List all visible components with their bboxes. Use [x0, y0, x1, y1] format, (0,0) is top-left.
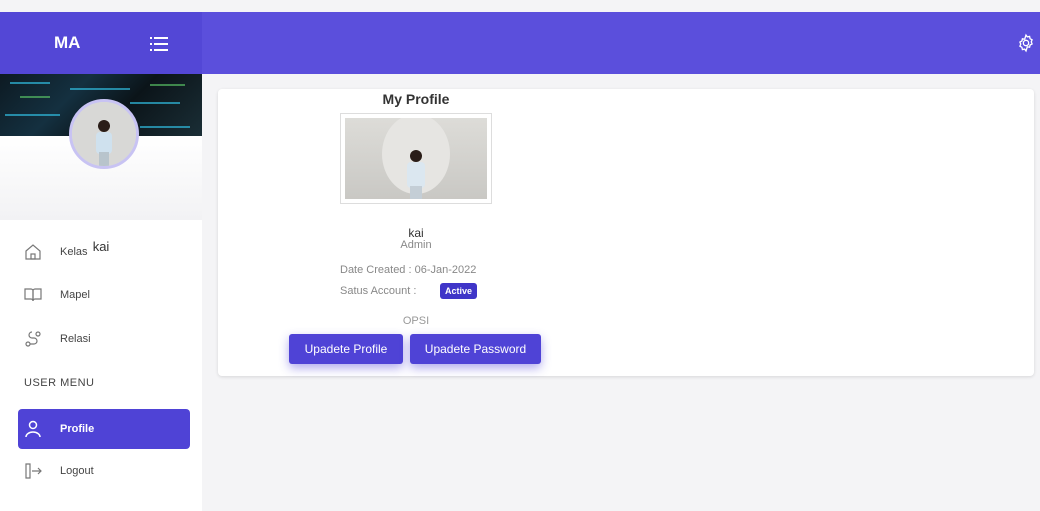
profile-name: kai: [408, 226, 424, 240]
sidebar-item-kelas[interactable]: Kelas: [18, 232, 190, 272]
update-password-button[interactable]: Upadete Password: [410, 334, 541, 364]
status-badge: Active: [440, 283, 478, 299]
sidebar-item-label: Logout: [60, 465, 94, 477]
avatar: [69, 99, 139, 169]
profile-photo: [345, 118, 487, 199]
sidebar: kai Kelas Mapel Relasi USER MENU Profile: [0, 74, 202, 511]
book-icon: [24, 288, 42, 302]
route-icon: [25, 331, 41, 347]
sidebar-item-logout[interactable]: Logout: [18, 451, 190, 491]
status-account-label: Satus Account :: [340, 285, 417, 297]
menu-toggle-icon[interactable]: [150, 36, 168, 52]
brand-title[interactable]: MA: [54, 33, 80, 53]
sidebar-item-label: Mapel: [60, 289, 90, 301]
section-title-user-menu: USER MENU: [24, 377, 95, 389]
sidebar-item-label: Kelas: [60, 246, 88, 258]
profile-role: Admin: [400, 239, 432, 251]
sidebar-item-label: Profile: [60, 423, 95, 435]
sidebar-item-mapel[interactable]: Mapel: [18, 275, 190, 315]
sidebar-item-relasi[interactable]: Relasi: [18, 319, 190, 359]
home-icon: [25, 244, 41, 260]
page-title: My Profile: [382, 91, 450, 107]
options-label: OPSI: [402, 315, 430, 327]
date-created: Date Created : 06-Jan-2022: [340, 264, 477, 276]
profile-photo-frame: [340, 113, 492, 204]
sidebar-item-profile[interactable]: Profile: [18, 409, 190, 449]
brand-area: MA: [0, 12, 202, 74]
update-profile-button[interactable]: Upadete Profile: [289, 334, 403, 364]
logout-icon: [25, 463, 42, 479]
settings-gear-icon[interactable]: [1016, 33, 1036, 53]
sidebar-item-label: Relasi: [60, 333, 91, 345]
user-icon: [25, 420, 41, 438]
